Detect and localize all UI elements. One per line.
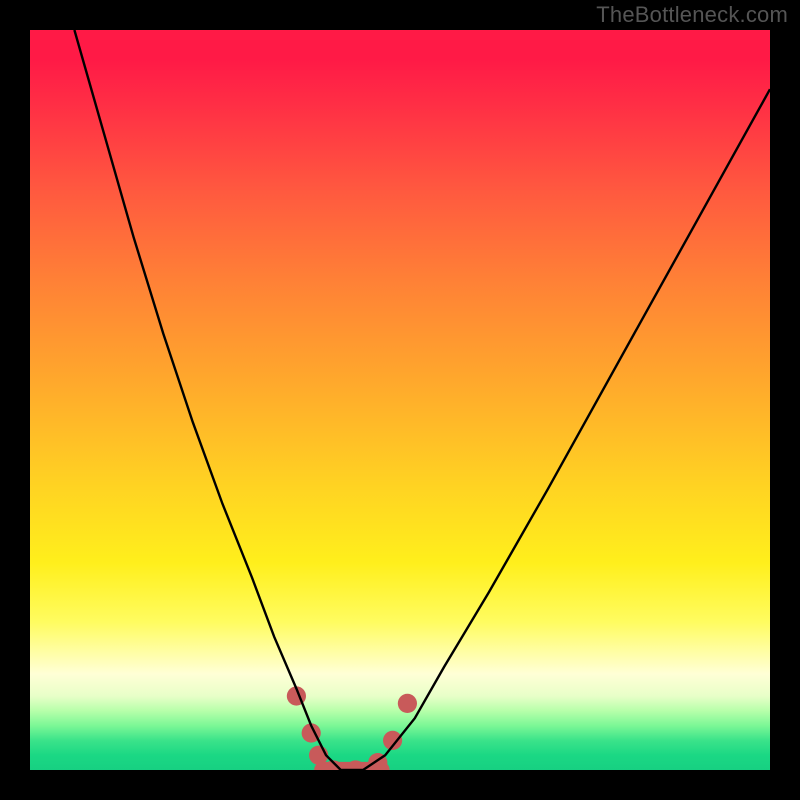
watermark-text: TheBottleneck.com xyxy=(596,2,788,28)
valley-markers xyxy=(287,686,417,770)
chart-svg xyxy=(30,30,770,770)
plot-area xyxy=(30,30,770,770)
chart-frame: TheBottleneck.com xyxy=(0,0,800,800)
bottleneck-curve xyxy=(74,30,770,770)
